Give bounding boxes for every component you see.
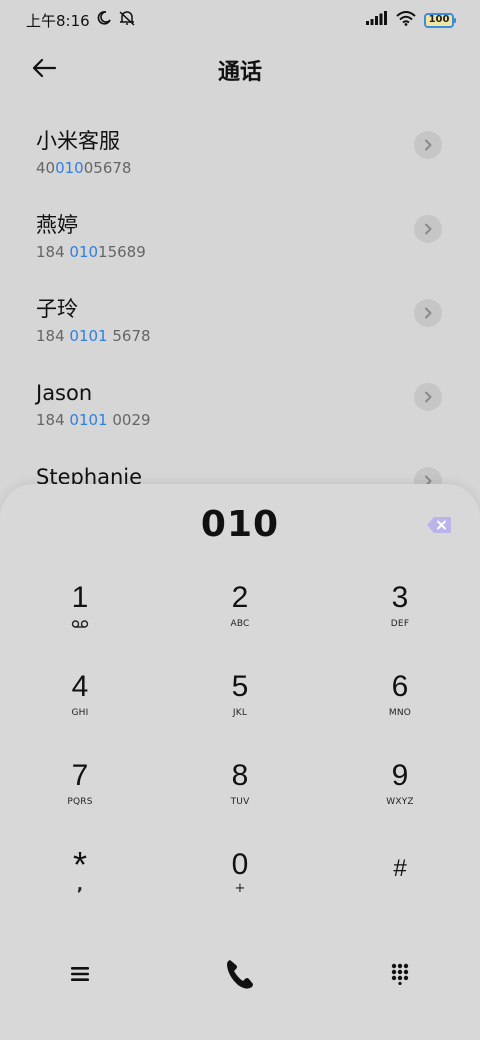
keypad: 1 2 ABC 3 DEF 4 GHI 5 JKL 6 MNO 7 PQRS 8… bbox=[0, 568, 480, 924]
contact-list: 小米客服 4001005678 燕婷 184 01015689 子玲 184 0… bbox=[0, 102, 480, 522]
chevron-right-icon bbox=[423, 304, 433, 323]
key-3[interactable]: 3 DEF bbox=[320, 568, 480, 657]
contact-detail-button[interactable] bbox=[414, 215, 442, 243]
call-button[interactable] bbox=[160, 946, 320, 1006]
dialpad-icon bbox=[391, 963, 409, 989]
contact-detail-button[interactable] bbox=[414, 383, 442, 411]
key-digit: 0 bbox=[231, 848, 249, 881]
key-letters: WXYZ bbox=[386, 797, 414, 807]
key-digit: 2 bbox=[231, 581, 249, 614]
dialer-panel: 010 1 2 ABC 3 DEF 4 GHI 5 JKL 6 MNO 7 PQ… bbox=[0, 484, 480, 1040]
dialer-bottom-bar bbox=[0, 946, 480, 1006]
key-2[interactable]: 2 ABC bbox=[160, 568, 320, 657]
contact-row[interactable]: 子玲 184 0101 5678 bbox=[0, 270, 480, 354]
key-8[interactable]: 8 TUV bbox=[160, 746, 320, 835]
key-digit: 6 bbox=[391, 670, 409, 703]
number-match: 0101 bbox=[69, 327, 108, 345]
key-digit: # bbox=[393, 855, 407, 882]
key-letters: TUV bbox=[230, 797, 250, 807]
key-hash[interactable]: # bbox=[320, 835, 480, 924]
key-digit: 1 bbox=[71, 581, 89, 614]
key-letters: GHI bbox=[71, 708, 89, 718]
keypad-row: 1 2 ABC 3 DEF bbox=[0, 568, 480, 657]
key-6[interactable]: 6 MNO bbox=[320, 657, 480, 746]
number-prefix: 40 bbox=[36, 159, 56, 177]
contact-row[interactable]: 小米客服 4001005678 bbox=[0, 102, 480, 186]
signal-icon bbox=[366, 11, 388, 29]
status-left: 上午8:16 bbox=[26, 10, 136, 31]
dialpad-toggle-button[interactable] bbox=[320, 946, 480, 1006]
phone-call-icon bbox=[223, 957, 257, 995]
key-digit: 8 bbox=[231, 759, 249, 792]
status-right: 100 bbox=[366, 10, 456, 30]
voicemail-icon bbox=[71, 619, 89, 631]
contact-number: 184 0101 5678 bbox=[36, 326, 480, 346]
contact-number: 184 0101 0029 bbox=[36, 410, 480, 430]
number-prefix: 184 bbox=[36, 243, 70, 261]
key-letters: DEF bbox=[390, 619, 410, 629]
number-prefix: 184 bbox=[36, 411, 70, 429]
key-letters: MNO bbox=[388, 708, 412, 718]
key-4[interactable]: 4 GHI bbox=[0, 657, 160, 746]
key-letters: JKL bbox=[232, 708, 248, 718]
number-suffix: 5678 bbox=[107, 327, 151, 345]
key-5[interactable]: 5 JKL bbox=[160, 657, 320, 746]
key-letters: , bbox=[76, 875, 84, 894]
key-star[interactable]: * , bbox=[0, 835, 160, 924]
menu-icon bbox=[70, 966, 90, 986]
number-suffix: 0029 bbox=[107, 411, 151, 429]
contact-detail-button[interactable] bbox=[414, 299, 442, 327]
chevron-right-icon bbox=[423, 388, 433, 407]
number-prefix: 184 bbox=[36, 327, 70, 345]
header: 通话 bbox=[0, 48, 480, 92]
keypad-row: * , 0 + # bbox=[0, 835, 480, 924]
contact-number: 4001005678 bbox=[36, 158, 480, 178]
wifi-icon bbox=[396, 10, 416, 30]
number-suffix: 05678 bbox=[83, 159, 132, 177]
backspace-icon bbox=[426, 517, 452, 538]
keypad-row: 7 PQRS 8 TUV 9 WXYZ bbox=[0, 746, 480, 835]
key-0[interactable]: 0 + bbox=[160, 835, 320, 924]
key-letters: ABC bbox=[230, 619, 250, 629]
key-letters: + bbox=[234, 881, 246, 896]
dialed-number: 010 bbox=[200, 504, 280, 545]
contact-row[interactable]: Jason 184 0101 0029 bbox=[0, 354, 480, 438]
number-match: 0101 bbox=[69, 411, 108, 429]
status-time: 上午8:16 bbox=[26, 11, 90, 30]
key-9[interactable]: 9 WXYZ bbox=[320, 746, 480, 835]
key-digit: 7 bbox=[71, 759, 89, 792]
chevron-right-icon bbox=[423, 220, 433, 239]
battery-icon: 100 bbox=[424, 12, 456, 28]
status-bar: 上午8:16 100 bbox=[0, 0, 480, 40]
key-digit: 5 bbox=[231, 670, 249, 703]
number-suffix: 15689 bbox=[98, 243, 146, 261]
contact-detail-button[interactable] bbox=[414, 131, 442, 159]
keypad-row: 4 GHI 5 JKL 6 MNO bbox=[0, 657, 480, 746]
menu-button[interactable] bbox=[0, 946, 160, 1006]
moon-icon bbox=[96, 10, 112, 30]
contact-number: 184 01015689 bbox=[36, 242, 480, 262]
page-title: 通话 bbox=[217, 60, 262, 85]
mute-icon bbox=[118, 10, 136, 30]
delete-button[interactable] bbox=[426, 516, 452, 534]
key-1[interactable]: 1 bbox=[0, 568, 160, 657]
key-digit: 9 bbox=[391, 759, 409, 792]
key-digit: 3 bbox=[391, 581, 409, 614]
key-7[interactable]: 7 PQRS bbox=[0, 746, 160, 835]
chevron-right-icon bbox=[423, 136, 433, 155]
key-letters: PQRS bbox=[67, 797, 93, 807]
contact-row[interactable]: 燕婷 184 01015689 bbox=[0, 186, 480, 270]
key-digit: 4 bbox=[71, 670, 89, 703]
number-match: 010 bbox=[55, 159, 84, 177]
number-match: 010 bbox=[69, 243, 99, 261]
battery-level: 100 bbox=[428, 14, 450, 25]
